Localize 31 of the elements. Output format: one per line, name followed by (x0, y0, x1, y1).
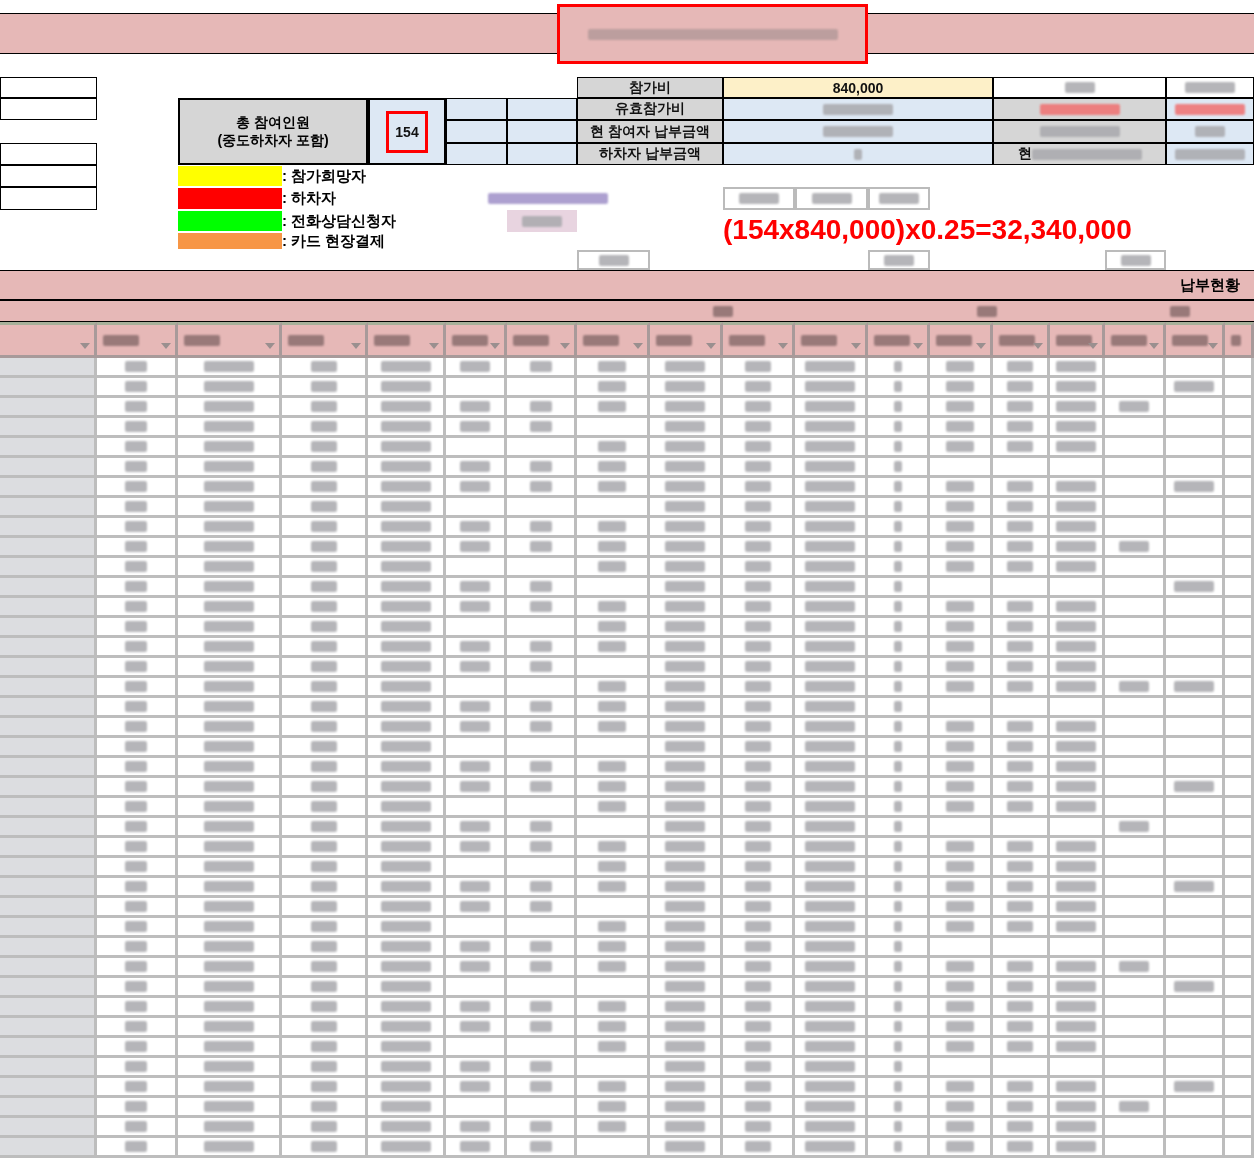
filter-arrow-icon[interactable] (80, 343, 90, 349)
fee-label: 현 참여자 납부금액 (577, 120, 723, 143)
legend-label: : 하차자 (282, 188, 338, 208)
filter-arrow-icon[interactable] (778, 343, 788, 349)
legend-label: : 참가희망자 (282, 165, 368, 186)
legend-label: : 전화상담신청자 (282, 210, 398, 231)
fee-label: 하차자 납부금액 (577, 143, 723, 165)
filter-arrow-icon[interactable] (913, 343, 923, 349)
formula-text: (154x840,000)x0.25=32,340,000 (723, 213, 1133, 247)
filter-arrow-icon[interactable] (351, 343, 361, 349)
filter-arrow-icon[interactable] (1088, 343, 1098, 349)
fee-label: 참가비 (577, 77, 723, 98)
filter-arrow-icon[interactable] (1149, 343, 1159, 349)
fee-label: 유효참가비 (577, 98, 723, 120)
filter-arrow-icon[interactable] (490, 343, 500, 349)
section-header: 납부현황 (1179, 274, 1241, 295)
legend-label: : 카드 현장결제 (282, 232, 387, 250)
fee-value: 840,000 (723, 77, 993, 98)
filter-arrow-icon[interactable] (851, 343, 861, 349)
filter-arrow-icon[interactable] (161, 343, 171, 349)
filter-arrow-icon[interactable] (1033, 343, 1043, 349)
filter-arrow-icon[interactable] (633, 343, 643, 349)
filter-arrow-icon[interactable] (706, 343, 716, 349)
filter-arrow-icon[interactable] (1208, 343, 1218, 349)
label-fragment: 현 (1017, 145, 1032, 163)
filter-arrow-icon[interactable] (560, 343, 570, 349)
participants-label: 총 참여인원 (중도하차자 포함) (178, 98, 368, 165)
filter-arrow-icon[interactable] (265, 343, 275, 349)
participant-count: 154 (386, 110, 428, 153)
filter-arrow-icon[interactable] (976, 343, 986, 349)
filter-arrow-icon[interactable] (429, 343, 439, 349)
